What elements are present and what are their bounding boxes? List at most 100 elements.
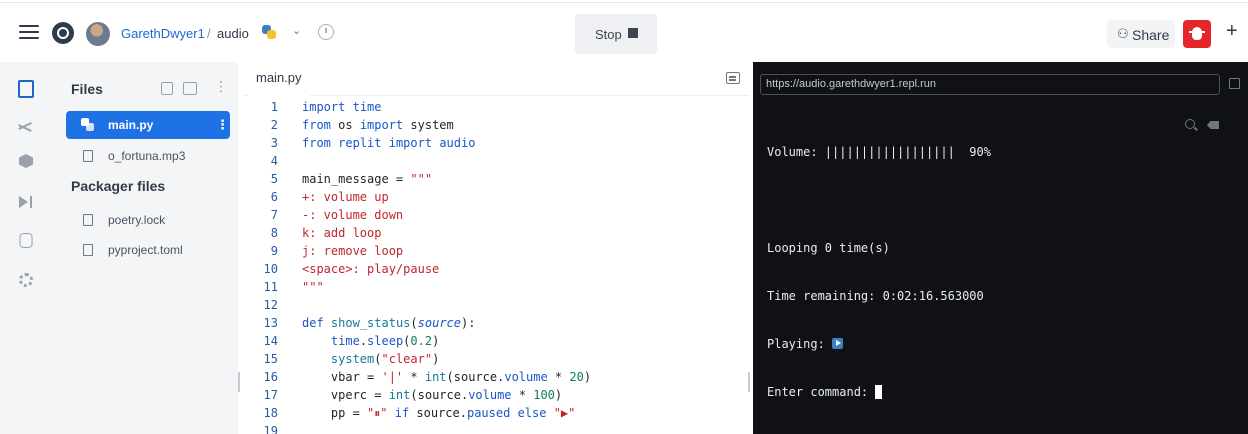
code-text: k: add loop	[302, 226, 382, 240]
stop-label: Stop	[595, 27, 622, 42]
file-name: o_fortuna.mp3	[108, 149, 186, 163]
packages-icon[interactable]	[19, 154, 33, 168]
code-line: 18 pp = "⏸" if source.paused else "▶"	[244, 404, 749, 422]
line-number: 4	[270, 154, 278, 168]
code-line: 11 """	[244, 278, 749, 296]
code-text: +: volume up	[302, 190, 389, 204]
replit-logo[interactable]	[52, 22, 74, 44]
volume-line: Volume: |||||||||||||||||| 90%	[767, 145, 991, 159]
code-text: from os import system	[302, 118, 454, 132]
tab-main-py[interactable]: main.py	[248, 66, 310, 96]
line-number: 8	[270, 226, 278, 240]
panel-resize-handle[interactable]	[748, 372, 750, 392]
file-more-icon[interactable]: ⋮	[216, 117, 229, 133]
code-text: vperc = int(source.volume * 100)	[302, 388, 563, 402]
file-item-poetry-lock[interactable]: poetry.lock	[66, 206, 230, 234]
line-number: 1	[270, 100, 278, 114]
command-line: Enter command:	[767, 384, 991, 400]
files-more-icon[interactable]: ⋮	[214, 78, 228, 95]
code-line: 10 <space>: play/pause	[244, 260, 749, 278]
new-folder-icon[interactable]	[183, 82, 197, 95]
editor-menu-icon[interactable]	[726, 72, 740, 84]
code-text: system("clear")	[330, 352, 440, 366]
line-number: 14	[263, 334, 278, 348]
panel-resize-handle[interactable]	[238, 372, 240, 392]
file-item-pyproject-toml[interactable]: pyproject.toml	[66, 236, 230, 264]
code-line: 1 import time	[244, 98, 749, 116]
code-text: def show_status(source):	[302, 316, 476, 330]
clear-console-icon[interactable]	[1207, 121, 1219, 129]
line-number: 15	[263, 352, 278, 366]
top-border	[0, 2, 1248, 3]
username-link[interactable]: GarethDwyer1	[121, 26, 205, 41]
terminal-output[interactable]: Volume: |||||||||||||||||| 90% Looping 0…	[767, 112, 991, 432]
plus-icon[interactable]: +	[1226, 20, 1238, 43]
code-line: 6 +: volume up	[244, 188, 749, 206]
code-line: 19	[244, 422, 749, 434]
line-number: 16	[263, 370, 278, 384]
packager-files-title: Packager files	[71, 178, 166, 194]
code-line: 2 from os import system	[244, 116, 749, 134]
bug-icon[interactable]	[1183, 20, 1211, 48]
python-icon	[262, 25, 276, 39]
stop-icon	[628, 28, 638, 38]
console-panel: https://audio.garethdwyer1.repl.run Volu…	[753, 62, 1248, 434]
share-icon: ⚇	[1117, 26, 1129, 41]
code-line: 9 j: remove loop	[244, 242, 749, 260]
line-number: 13	[263, 316, 278, 330]
code-line: 13 def show_status(source):	[244, 314, 749, 332]
code-line: 12	[244, 296, 749, 314]
file-icon	[83, 214, 93, 226]
hamburger-icon[interactable]	[19, 25, 39, 39]
editor-tab-bar: main.py	[244, 62, 749, 96]
code-line: 17 vperc = int(source.volume * 100)	[244, 386, 749, 404]
playing-line: Playing:	[767, 336, 991, 352]
line-number: 6	[270, 190, 278, 204]
code-line: 4	[244, 152, 749, 170]
new-file-icon[interactable]	[161, 82, 173, 95]
database-icon[interactable]	[19, 233, 33, 248]
time-remaining-line: Time remaining: 0:02:16.563000	[767, 289, 984, 303]
terminal-cursor	[875, 385, 883, 399]
files-panel: Files ⋮ main.py ⋮ o_fortuna.mp3 Packager…	[52, 62, 238, 434]
files-title: Files	[71, 81, 103, 97]
python-icon	[81, 118, 94, 131]
code-area[interactable]: 1 import time 2 from os import system 3 from …	[244, 98, 749, 434]
line-number: 11	[263, 280, 278, 294]
line-number: 5	[270, 172, 278, 186]
webview-url-bar[interactable]: https://audio.garethdwyer1.repl.run	[760, 74, 1220, 95]
line-number: 10	[263, 262, 278, 276]
version-control-icon[interactable]	[18, 120, 34, 132]
breadcrumb-separator: /	[207, 26, 211, 41]
avatar[interactable]	[86, 22, 110, 46]
stop-button[interactable]: Stop	[575, 14, 657, 54]
code-line: 5 main_message = """	[244, 170, 749, 188]
play-icon	[832, 338, 844, 349]
debugger-icon[interactable]	[19, 196, 33, 208]
code-text: time.sleep(0.2)	[330, 334, 440, 348]
history-icon[interactable]	[318, 24, 334, 40]
search-icon[interactable]	[1185, 119, 1195, 129]
line-number: 18	[263, 406, 278, 420]
files-icon[interactable]	[18, 80, 34, 98]
file-item-main-py[interactable]: main.py ⋮	[66, 111, 230, 139]
line-number: 12	[263, 298, 278, 312]
code-text: main_message = """	[302, 172, 433, 186]
sidebar-rail	[0, 62, 52, 434]
line-number: 9	[270, 244, 278, 258]
chevron-down-icon[interactable]: ⌄	[292, 24, 301, 37]
repl-name[interactable]: audio	[217, 26, 249, 41]
top-bar: GarethDwyer1 / audio ⌄ Stop ⚇ Share +	[0, 0, 1248, 62]
code-line: 15 system("clear")	[244, 350, 749, 368]
playing-label: Playing:	[767, 337, 833, 351]
line-number: 7	[270, 208, 278, 222]
line-number: 19	[263, 424, 278, 434]
code-line: 7 -: volume down	[244, 206, 749, 224]
open-new-tab-icon[interactable]	[1229, 78, 1240, 89]
share-button[interactable]: ⚇ Share	[1107, 20, 1175, 48]
file-item-o-fortuna[interactable]: o_fortuna.mp3	[66, 142, 230, 170]
settings-icon[interactable]	[19, 273, 33, 287]
code-text: import time	[302, 100, 382, 114]
code-editor: main.py 1 import time 2 from os import syst…	[244, 62, 749, 434]
